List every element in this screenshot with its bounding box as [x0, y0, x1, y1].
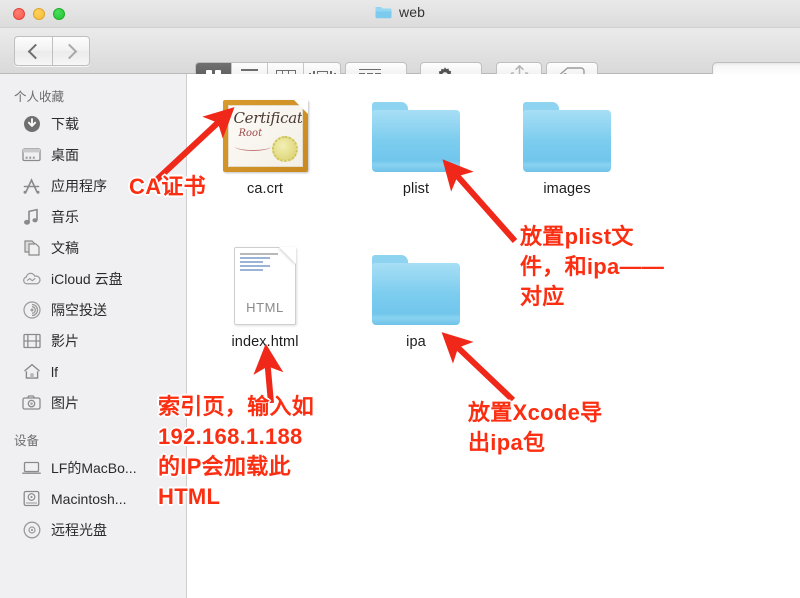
sidebar-item-label: Macintosh... — [51, 490, 127, 507]
sidebar-item-label: 应用程序 — [51, 177, 107, 194]
file-icon — [502, 86, 632, 172]
home-icon — [22, 362, 41, 381]
sidebar-item-label: 音乐 — [51, 208, 79, 225]
folder-icon — [523, 102, 611, 172]
file-label: ipa — [406, 334, 426, 350]
laptop-icon — [22, 458, 41, 477]
sidebar-item-music[interactable]: 音乐 — [0, 201, 186, 232]
file-icon: HTML — [200, 239, 330, 325]
sidebar-item-home[interactable]: lf — [0, 356, 186, 387]
navigation-buttons — [14, 36, 90, 66]
file-grid: Certificate Root ca.crt plist — [188, 74, 800, 598]
sidebar-item-label: 远程光盘 — [51, 521, 107, 538]
html-document-icon: HTML — [234, 247, 296, 325]
sidebar-item-documents[interactable]: 文稿 — [0, 232, 186, 263]
seal-icon — [271, 136, 298, 162]
file-icon — [351, 239, 481, 325]
certificate-heading: Certificate — [233, 109, 303, 127]
maximize-button[interactable] — [53, 8, 65, 20]
file-item-images[interactable]: images — [502, 86, 632, 197]
harddisk-icon — [22, 489, 41, 508]
sidebar-item-remote-disc[interactable]: 远程光盘 — [0, 514, 186, 545]
sidebar-item-label: lf — [51, 363, 58, 380]
window-controls — [13, 8, 65, 20]
sidebar-item-icloud-drive[interactable]: iCloud 云盘 — [0, 263, 186, 294]
sidebar-item-label: 影片 — [51, 332, 79, 349]
sidebar-item-airdrop[interactable]: 隔空投送 — [0, 294, 186, 325]
desktop-icon — [22, 145, 41, 164]
toolbar — [0, 28, 800, 92]
download-icon — [22, 114, 41, 133]
icloud-icon — [22, 269, 41, 288]
certificate-icon: Certificate Root — [222, 100, 308, 172]
file-label: index.html — [231, 334, 299, 350]
sidebar-section-favorites-header: 个人收藏 — [14, 90, 65, 104]
title-bar: web — [0, 0, 800, 28]
minimize-button[interactable] — [33, 8, 45, 20]
sidebar-item-label: 桌面 — [51, 146, 79, 163]
applications-icon — [22, 176, 41, 195]
annotation-plist: 放置plist文 件，和ipa—— 对应 — [520, 224, 665, 309]
close-button[interactable] — [13, 8, 25, 20]
sidebar-item-label: iCloud 云盘 — [51, 270, 123, 287]
sidebar-item-movies[interactable]: 影片 — [0, 325, 186, 356]
chevron-right-icon — [61, 43, 78, 59]
sidebar: 个人收藏 下载 桌面 应用程序 音乐 文稿 iCloud 云盘 隔空投送 影片 … — [0, 74, 187, 598]
documents-icon — [22, 238, 41, 257]
annotation-ca-cert: CA证书 — [129, 174, 206, 199]
folder-icon — [375, 6, 392, 19]
certificate-subheading: Root — [238, 128, 263, 139]
annotation-index-html: 索引页，输入如 192.168.1.188 的IP会加载此 HTML — [158, 394, 315, 509]
sidebar-item-label: 下载 — [51, 115, 79, 132]
back-button[interactable] — [14, 36, 52, 66]
music-icon — [22, 207, 41, 226]
folder-icon — [372, 255, 460, 325]
forward-button[interactable] — [52, 36, 90, 66]
finder-window: web 个人收藏 下载 桌面 应用程序 音乐 文稿 iCloud 云盘 隔空投送… — [0, 0, 800, 598]
file-type-badge: HTML — [246, 300, 284, 315]
pictures-icon — [22, 393, 41, 412]
file-label: plist — [402, 181, 430, 197]
file-icon — [351, 86, 481, 172]
window-title-group: web — [0, 4, 800, 20]
file-item-ca-crt[interactable]: Certificate Root ca.crt — [200, 86, 330, 197]
annotation-ipa: 放置Xcode导 出ipa包 — [468, 400, 603, 455]
movies-icon — [22, 331, 41, 350]
sidebar-item-desktop[interactable]: 桌面 — [0, 139, 186, 170]
disc-icon — [22, 520, 41, 539]
window-title: web — [399, 4, 425, 20]
file-item-index-html[interactable]: HTML index.html — [200, 239, 330, 350]
sidebar-item-label: 隔空投送 — [51, 301, 107, 318]
sidebar-item-label: LF的MacBo... — [51, 459, 137, 476]
sidebar-item-label: 图片 — [51, 394, 79, 411]
airdrop-icon — [22, 300, 41, 319]
file-label: images — [543, 181, 591, 197]
file-item-ipa[interactable]: ipa — [351, 239, 481, 350]
file-icon: Certificate Root — [200, 86, 330, 172]
sidebar-item-label: 文稿 — [51, 239, 79, 256]
folder-icon — [372, 102, 460, 172]
sidebar-item-downloads[interactable]: 下载 — [0, 108, 186, 139]
file-item-plist[interactable]: plist — [351, 86, 481, 197]
file-label: ca.crt — [246, 181, 284, 197]
chevron-left-icon — [27, 43, 43, 59]
